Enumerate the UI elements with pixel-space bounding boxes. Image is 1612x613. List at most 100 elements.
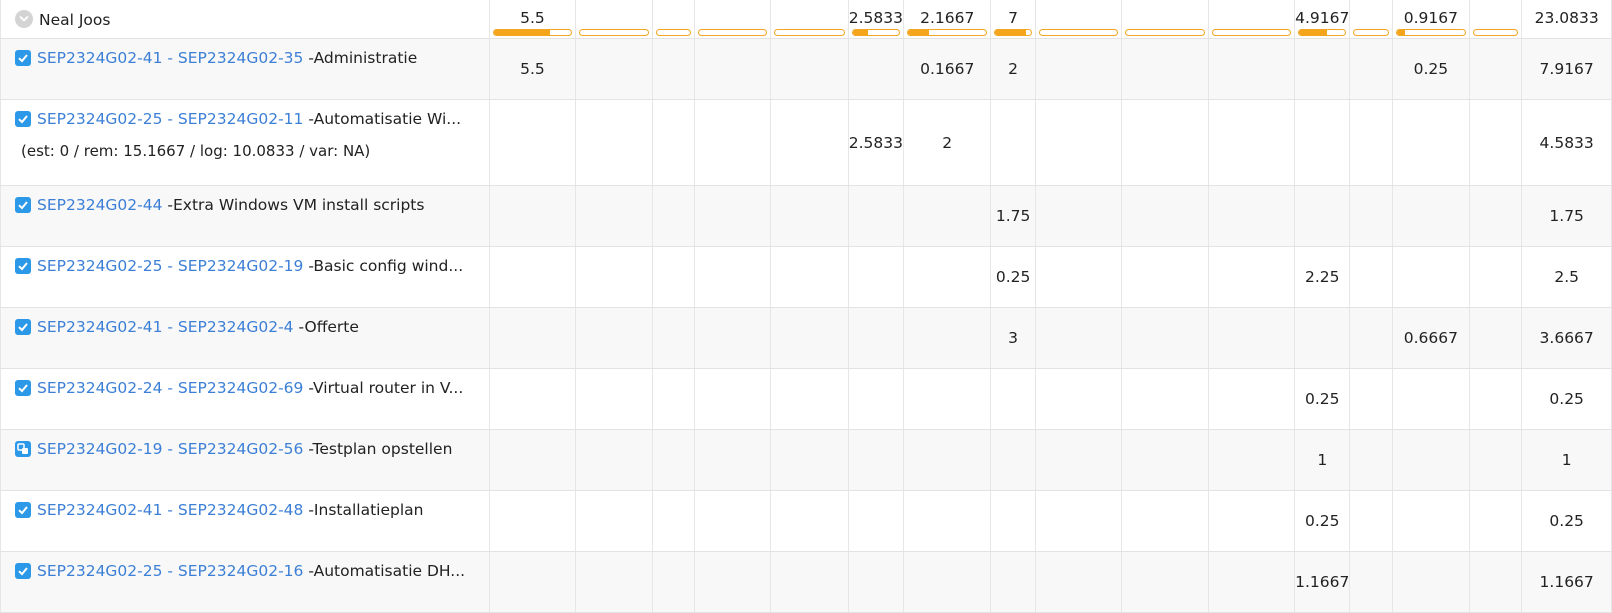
hours-cell[interactable] xyxy=(1035,490,1123,552)
hours-cell[interactable]: 4.5833 xyxy=(1521,99,1612,186)
hours-cell[interactable] xyxy=(652,38,695,100)
hours-cell[interactable] xyxy=(1121,307,1209,369)
hours-cell[interactable] xyxy=(770,368,849,430)
hours-cell[interactable] xyxy=(1349,246,1393,308)
hours-cell[interactable]: 0.25 xyxy=(1392,38,1471,100)
hours-cell[interactable] xyxy=(1349,368,1393,430)
hours-cell[interactable] xyxy=(1392,429,1471,491)
hours-cell[interactable] xyxy=(1294,99,1351,186)
hours-cell[interactable] xyxy=(694,429,772,491)
hours-cell[interactable] xyxy=(489,368,577,430)
hours-cell[interactable] xyxy=(903,490,992,552)
hours-cell[interactable] xyxy=(1392,490,1471,552)
hours-cell[interactable] xyxy=(1035,307,1123,369)
hours-cell[interactable] xyxy=(848,368,904,430)
hours-cell[interactable] xyxy=(990,99,1036,186)
hours-cell[interactable] xyxy=(1392,246,1471,308)
hours-cell[interactable] xyxy=(1294,38,1351,100)
hours-cell[interactable] xyxy=(1035,38,1123,100)
hours-cell[interactable]: 2.25 xyxy=(1294,246,1351,308)
hours-cell[interactable]: 1 xyxy=(1294,429,1351,491)
hours-cell[interactable] xyxy=(1469,490,1523,552)
hours-cell[interactable]: 1 xyxy=(1521,429,1612,491)
hours-cell[interactable] xyxy=(770,246,849,308)
hours-cell[interactable] xyxy=(990,490,1036,552)
hours-cell[interactable]: 0.25 xyxy=(1521,490,1612,552)
hours-cell[interactable] xyxy=(1208,429,1296,491)
hours-cell[interactable] xyxy=(1349,551,1393,613)
hours-cell[interactable] xyxy=(1121,429,1209,491)
hours-cell[interactable] xyxy=(1469,99,1523,186)
hours-cell[interactable] xyxy=(1208,99,1296,186)
hours-cell[interactable]: 5.5 xyxy=(489,38,577,100)
hours-cell[interactable] xyxy=(489,307,577,369)
hours-cell[interactable] xyxy=(1121,490,1209,552)
hours-cell[interactable] xyxy=(1035,185,1123,247)
hours-cell[interactable] xyxy=(1121,99,1209,186)
issue-link[interactable]: SEP2324G02-25 - SEP2324G02-11 xyxy=(37,110,303,128)
issue-link[interactable]: SEP2324G02-25 - SEP2324G02-16 xyxy=(37,562,303,580)
hours-cell[interactable]: 3.6667 xyxy=(1521,307,1612,369)
hours-cell[interactable] xyxy=(575,246,653,308)
hours-cell[interactable] xyxy=(770,38,849,100)
hours-cell[interactable] xyxy=(1208,551,1296,613)
hours-cell[interactable] xyxy=(489,185,577,247)
hours-cell[interactable] xyxy=(694,38,772,100)
hours-cell[interactable] xyxy=(694,490,772,552)
hours-cell[interactable] xyxy=(652,368,695,430)
hours-cell[interactable] xyxy=(848,490,904,552)
hours-cell[interactable] xyxy=(990,551,1036,613)
hours-cell[interactable]: 2 xyxy=(990,38,1036,100)
issue-link[interactable]: SEP2324G02-19 - SEP2324G02-56 xyxy=(37,440,303,458)
hours-cell[interactable] xyxy=(1035,429,1123,491)
hours-cell[interactable] xyxy=(990,368,1036,430)
chevron-down-circle-icon[interactable] xyxy=(15,9,33,28)
hours-cell[interactable] xyxy=(575,551,653,613)
hours-cell[interactable] xyxy=(770,185,849,247)
hours-cell[interactable]: 0.25 xyxy=(1294,368,1351,430)
issue-link[interactable]: SEP2324G02-44 xyxy=(37,196,162,214)
hours-cell[interactable] xyxy=(1469,38,1523,100)
hours-cell[interactable] xyxy=(903,246,992,308)
hours-cell[interactable] xyxy=(652,429,695,491)
issue-link[interactable]: SEP2324G02-41 - SEP2324G02-48 xyxy=(37,501,303,519)
hours-cell[interactable]: 2.5833 xyxy=(848,99,904,186)
hours-cell[interactable] xyxy=(1349,307,1393,369)
issue-link[interactable]: SEP2324G02-41 - SEP2324G02-4 xyxy=(37,318,294,336)
hours-cell[interactable] xyxy=(489,429,577,491)
hours-cell[interactable] xyxy=(903,429,992,491)
hours-cell[interactable] xyxy=(489,490,577,552)
hours-cell[interactable] xyxy=(848,429,904,491)
hours-cell[interactable] xyxy=(1035,551,1123,613)
hours-cell[interactable]: 2 xyxy=(903,99,992,186)
hours-cell[interactable] xyxy=(575,307,653,369)
hours-cell[interactable] xyxy=(575,490,653,552)
hours-cell[interactable] xyxy=(1392,99,1471,186)
hours-cell[interactable] xyxy=(1035,246,1123,308)
hours-cell[interactable] xyxy=(903,368,992,430)
hours-cell[interactable] xyxy=(1121,185,1209,247)
hours-cell[interactable]: 1.1667 xyxy=(1294,551,1351,613)
hours-cell[interactable] xyxy=(770,490,849,552)
hours-cell[interactable] xyxy=(848,185,904,247)
hours-cell[interactable] xyxy=(575,99,653,186)
hours-cell[interactable] xyxy=(1392,185,1471,247)
hours-cell[interactable]: 0.1667 xyxy=(903,38,992,100)
hours-cell[interactable] xyxy=(652,490,695,552)
hours-cell[interactable] xyxy=(770,429,849,491)
hours-cell[interactable] xyxy=(770,99,849,186)
hours-cell[interactable] xyxy=(1121,38,1209,100)
hours-cell[interactable] xyxy=(652,551,695,613)
hours-cell[interactable]: 1.75 xyxy=(990,185,1036,247)
hours-cell[interactable] xyxy=(1208,185,1296,247)
hours-cell[interactable] xyxy=(1349,185,1393,247)
hours-cell[interactable]: 2.5 xyxy=(1521,246,1612,308)
hours-cell[interactable] xyxy=(694,246,772,308)
hours-cell[interactable] xyxy=(1208,38,1296,100)
hours-cell[interactable] xyxy=(1469,246,1523,308)
hours-cell[interactable] xyxy=(848,307,904,369)
hours-cell[interactable] xyxy=(1294,185,1351,247)
hours-cell[interactable] xyxy=(694,551,772,613)
issue-link[interactable]: SEP2324G02-41 - SEP2324G02-35 xyxy=(37,49,303,67)
hours-cell[interactable] xyxy=(1035,368,1123,430)
